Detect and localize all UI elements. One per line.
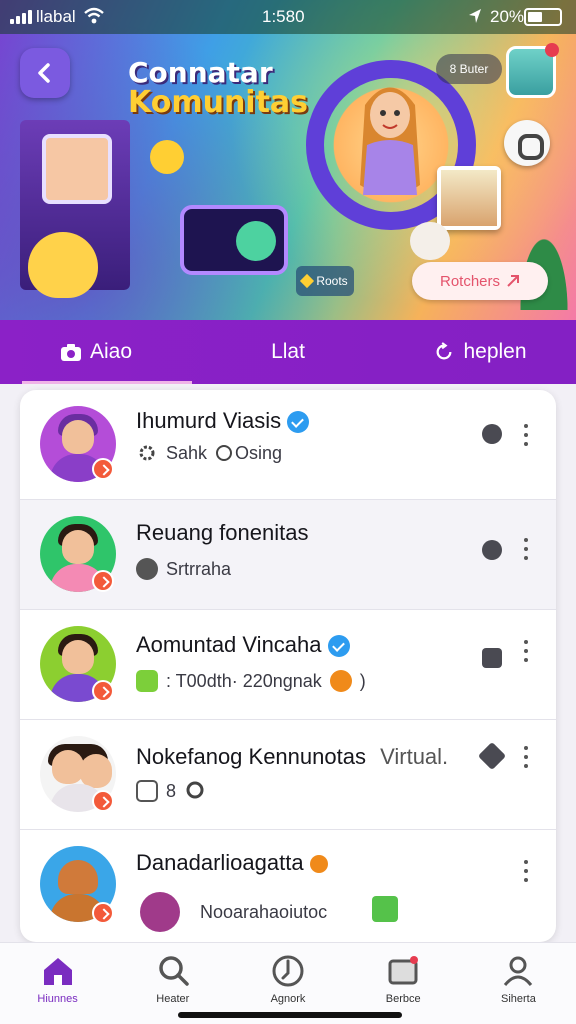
inbox-icon (388, 956, 419, 985)
battery-percent: 20% (490, 7, 525, 26)
profile-icon (504, 956, 533, 986)
hero-banner: llabal 1:580 20% Connatar Komunitas 8 Bu… (0, 0, 576, 320)
photo-card-illustration (437, 166, 501, 230)
list-item[interactable]: Danadarlioagatta Nooarahaoiutoc (20, 830, 556, 940)
item-subtitle: Sahk Osing (136, 442, 282, 464)
item-subtitle: Srtrraha (136, 558, 231, 580)
share-arrow-icon (507, 275, 520, 287)
nav-label: Siherta (500, 993, 536, 1005)
list-item[interactable]: Reuang fonenitas Srtrraha (20, 500, 556, 610)
smiley-emoji-icon (150, 140, 184, 174)
back-button[interactable] (20, 48, 70, 98)
puppy-illustration (410, 222, 450, 260)
verified-icon (327, 635, 350, 658)
tab-aiao[interactable]: Aiao (0, 320, 192, 384)
item-title: Nokefanog Kennunotas Virtual. (136, 744, 449, 769)
verified-icon (287, 411, 310, 434)
tab-label: Llat (271, 340, 305, 363)
phone-card-illustration (180, 205, 288, 275)
item-subtitle: 8 (136, 780, 206, 802)
home-icon (43, 958, 72, 985)
coin-icon (329, 670, 352, 692)
target-icon[interactable] (504, 120, 550, 166)
hero-pill-button[interactable]: Rotchers (412, 262, 548, 300)
gear-icon (139, 445, 155, 461)
nav-profile[interactable]: Siherta (461, 943, 576, 1024)
more-options-icon[interactable] (524, 538, 530, 560)
item-subtitle: Nooarahaoiutoc (140, 892, 327, 932)
checkmark-icon (136, 670, 158, 692)
list-item[interactable]: Ihumurd Viasis Sahk Osing (20, 390, 556, 500)
tab-llat[interactable]: Llat (192, 320, 384, 384)
item-subtitle: : T00dth· 220ngnak ) (136, 670, 366, 692)
nav-label: Agnork (270, 993, 306, 1005)
compass-icon (272, 955, 304, 987)
character-icon (140, 892, 180, 932)
badge-icon (92, 902, 114, 924)
nav-label: Hiunnes (37, 993, 78, 1005)
notification-dot (545, 43, 559, 57)
woman-character-illustration (360, 87, 420, 195)
profile-avatar[interactable] (506, 43, 559, 98)
search-icon (159, 956, 189, 986)
clock: 1:580 (262, 7, 305, 26)
home-indicator (178, 1012, 402, 1018)
hero-tag-label: Roots (316, 274, 348, 288)
signal-icon (10, 10, 32, 24)
chat-bubble-icon (186, 781, 204, 799)
item-title: Danadarlioagatta (136, 850, 328, 876)
more-options-icon[interactable] (524, 860, 530, 882)
tab-label: Aiao (89, 340, 133, 363)
carrier-label: llabal (36, 7, 76, 26)
tab-label: heplen (463, 340, 527, 363)
tab-heplen[interactable]: heplen (384, 320, 576, 384)
wifi-icon (84, 7, 104, 24)
more-options-icon[interactable] (524, 424, 530, 446)
group-icon (136, 558, 158, 580)
camera-icon (60, 344, 81, 361)
badge-icon (92, 458, 114, 480)
item-title: Ihumurd Viasis (136, 408, 310, 434)
diamond-icon (300, 273, 315, 289)
diamond-icon[interactable] (477, 741, 507, 771)
hero-title: Connatar Komunitas (128, 58, 308, 119)
nav-home[interactable]: Hiunnes (0, 943, 115, 1024)
hero-chip[interactable]: 8 Buter (436, 54, 502, 84)
hero-pill-label: Rotchers (439, 272, 501, 290)
list-item[interactable]: Aomuntad Vincaha : T00dth· 220ngnak ) (20, 610, 556, 720)
more-options-icon[interactable] (524, 640, 530, 662)
pin-icon[interactable] (482, 540, 502, 560)
item-title: Aomuntad Vincaha (136, 632, 350, 658)
hero-title-line2: Komunitas (128, 85, 309, 121)
tab-bar: Aiao Llat heplen (0, 320, 576, 384)
nav-label: Berbce (385, 993, 421, 1005)
hero-tag[interactable]: Roots (296, 266, 354, 296)
pin-icon[interactable] (482, 424, 502, 444)
coin-icon (309, 855, 328, 874)
chevron-left-icon (38, 63, 50, 83)
badge-icon (92, 680, 114, 702)
battery-icon (524, 8, 562, 26)
nav-label: Heater (156, 993, 190, 1005)
bear-mascot-illustration (28, 232, 98, 298)
community-list: Ihumurd Viasis Sahk Osing Reuang fonenit… (20, 390, 556, 942)
status-bar: llabal 1:580 20% (0, 0, 576, 34)
image-icon (136, 780, 158, 802)
badge-icon (92, 790, 114, 812)
loop-icon (216, 445, 233, 461)
location-arrow-icon (469, 9, 481, 23)
badge-icon (92, 570, 114, 592)
lock-icon[interactable] (482, 648, 502, 668)
item-title: Reuang fonenitas (136, 520, 309, 545)
item-tag: Virtual. (380, 744, 449, 769)
list-item[interactable]: Nokefanog Kennunotas Virtual. 8 (20, 720, 556, 830)
hero-title-line1: Connatar (128, 56, 273, 89)
more-options-icon[interactable] (524, 746, 530, 768)
refresh-icon (437, 342, 452, 360)
edit-icon[interactable] (372, 896, 398, 922)
